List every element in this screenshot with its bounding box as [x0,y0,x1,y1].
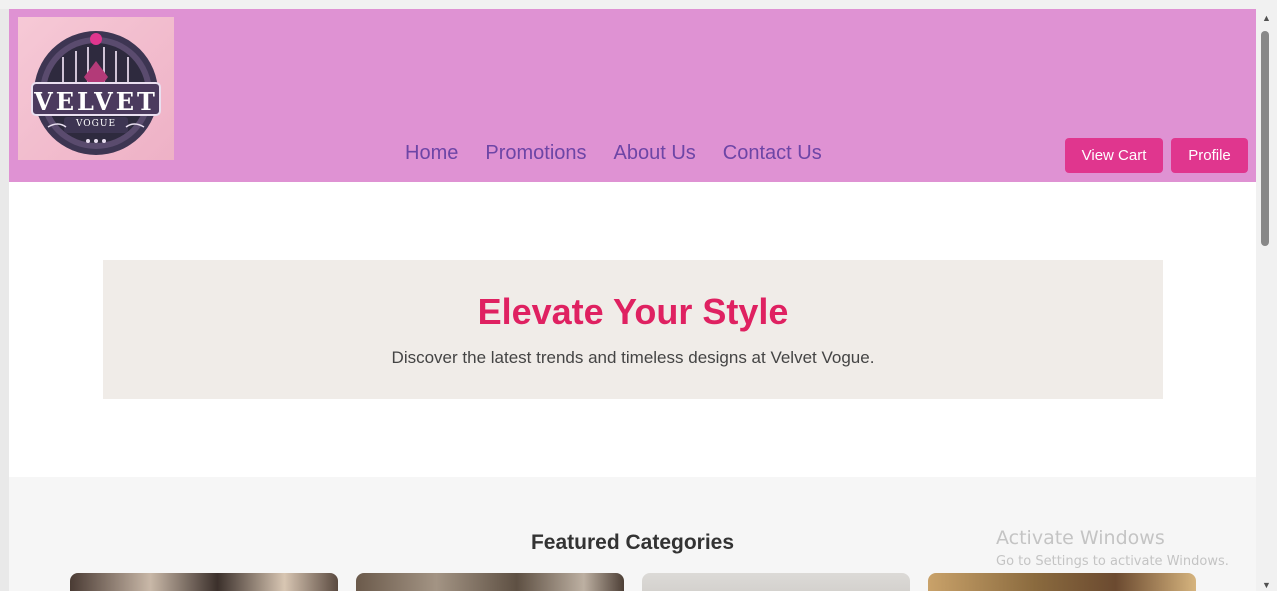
nav-link-promotions[interactable]: Promotions [485,139,586,167]
category-card-image[interactable] [642,573,910,591]
scroll-up-arrow-icon[interactable]: ▲ [1260,12,1273,24]
watermark-title: Activate Windows [996,527,1165,549]
category-card-image[interactable] [70,573,338,591]
nav-link-contact-us[interactable]: Contact Us [723,139,822,167]
watermark-subtitle: Go to Settings to activate Windows. [996,554,1229,569]
profile-button[interactable]: Profile [1171,138,1248,173]
nav-link-about-us[interactable]: About Us [614,139,696,167]
scroll-down-arrow-icon[interactable]: ▼ [1260,579,1273,591]
logo-subtext: VOGUE [75,119,117,129]
hero-subtitle: Discover the latest trends and timeless … [391,348,875,367]
nav-link-home[interactable]: Home [405,139,458,167]
scrollbar-thumb[interactable] [1261,31,1269,246]
site-header: VELVET VOGUE Home Promotions About Us Co… [9,9,1256,182]
page-viewport: VELVET VOGUE Home Promotions About Us Co… [9,9,1256,591]
logo-wordmark: VELVET [34,87,158,116]
hero-title: Elevate Your Style [477,291,789,332]
velvet-vogue-logo[interactable]: VELVET VOGUE [18,17,174,160]
hero-banner: Elevate Your Style Discover the latest t… [103,260,1163,399]
activate-windows-watermark: Activate Windows Go to Settings to activ… [996,527,1229,569]
window-top-border [0,0,1277,9]
category-card-image[interactable] [356,573,624,591]
main-nav: Home Promotions About Us Contact Us [405,139,822,167]
category-card-image[interactable] [928,573,1196,591]
vertical-scrollbar[interactable]: ▲ ▼ [1256,9,1277,591]
view-cart-button[interactable]: View Cart [1065,138,1163,173]
